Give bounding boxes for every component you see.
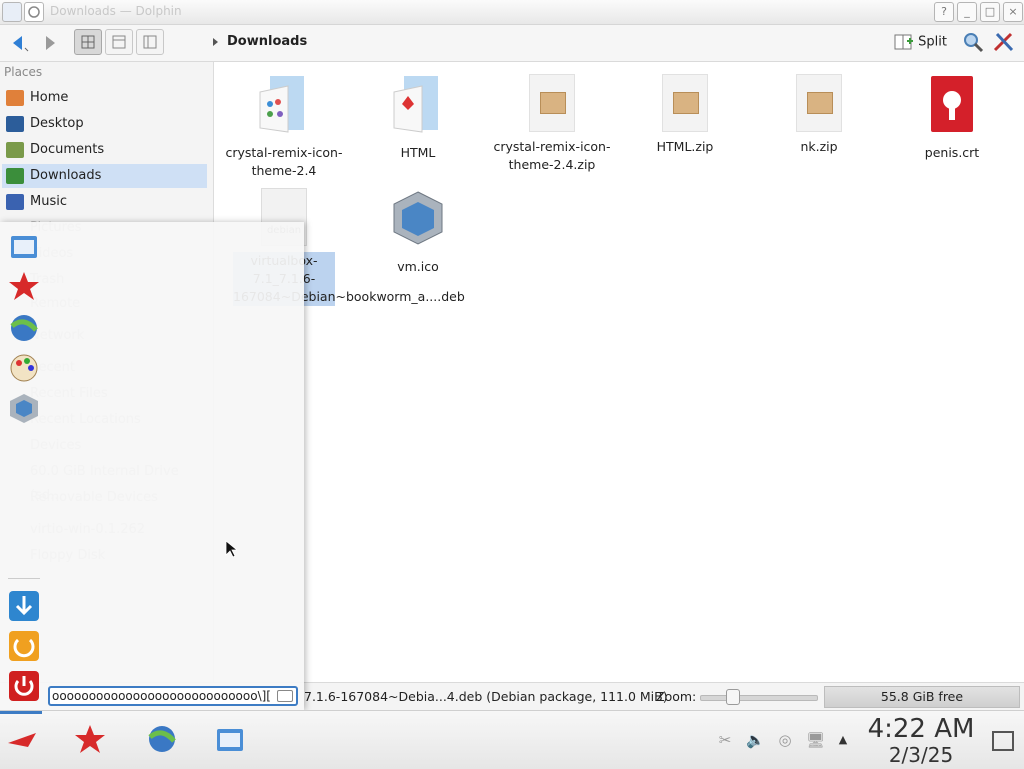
application-launcher: oooooooooooooooooooooooooooo\][ [0,222,304,710]
breadcrumb[interactable]: Downloads [213,34,307,49]
power-icon[interactable] [8,670,40,702]
minimize-button[interactable]: _ [957,2,977,22]
chevron-right-icon [213,37,218,46]
sidebar-item-label: Desktop [30,116,84,131]
sidebar-item-music[interactable]: Music [2,190,207,214]
music-icon [6,194,24,210]
app-menu-icon[interactable] [6,723,38,755]
sidebar-item-label: Music [30,194,67,209]
file-name: vm.ico [397,259,439,274]
zoom-slider-handle[interactable] [726,689,740,705]
back-icon[interactable] [8,33,30,53]
free-space-indicator: 55.8 GiB free [824,686,1020,708]
active-task-indicator [0,711,42,714]
sidebar-item-label: Downloads [30,168,102,183]
sidebar-item-label: Home [30,90,69,105]
zoom-label: Zoom: [656,689,697,704]
sidebar-item-documents[interactable]: Documents [2,138,207,162]
palette-icon[interactable] [8,352,40,384]
file-name: HTML.zip [656,139,714,154]
desktop-icon [6,116,24,132]
folder-icon [393,76,438,133]
browser-icon[interactable] [146,723,178,755]
kde-star-icon[interactable] [8,270,40,302]
file-item[interactable]: HTML.zip [620,74,750,156]
places-header: Places [4,65,43,79]
window-title: Downloads — Dolphin [50,4,182,18]
scissors-icon[interactable]: ✂ [716,731,734,749]
icons-view-button[interactable] [74,29,102,55]
file-name: HTML [400,145,436,160]
help-button[interactable]: ? [934,2,954,22]
title-bar: Downloads — Dolphin ? _ □ × [0,0,1024,25]
display-icon[interactable]: 🖥 [806,731,825,749]
tray-expand-icon[interactable]: ▲ [834,731,852,749]
file-name: nk.zip [800,139,838,154]
show-desktop-icon[interactable] [992,731,1014,751]
virtualbox-icon [393,191,443,245]
archive-icon [796,74,842,132]
forward-icon[interactable] [40,33,62,53]
refresh-icon[interactable] [24,2,44,22]
file-item[interactable]: nk.zip [754,74,884,156]
folder-icon [259,76,304,133]
archive-icon [662,74,708,132]
sidebar-item-desktop[interactable]: Desktop [2,112,207,136]
sidebar-item-home[interactable]: Home [2,86,207,110]
file-name: penis.crt [924,145,980,160]
clock-time[interactable]: 4:22 AM [862,715,980,743]
archive-icon [529,74,575,132]
virtualbox-icon[interactable] [8,392,40,424]
install-icon[interactable] [8,590,40,622]
file-view: crystal-remix-icon-theme-2.4 HTML crysta… [214,62,1024,682]
clear-icon[interactable] [277,690,293,702]
file-item[interactable]: vm.ico [353,188,483,276]
network-icon[interactable]: ◎ [776,731,794,749]
tools-icon[interactable] [992,31,1016,53]
file-name: crystal-remix-icon-theme-2.4.zip [493,139,611,172]
launcher-search-input[interactable]: oooooooooooooooooooooooooooo\][ [48,686,298,706]
zoom-slider[interactable] [700,695,818,701]
search-icon[interactable] [962,31,984,53]
details-view-button[interactable] [136,29,164,55]
toolbar: Downloads Split [0,25,1024,62]
file-name: crystal-remix-icon-theme-2.4 [225,145,343,178]
file-item[interactable]: HTML [353,74,483,162]
volume-icon[interactable]: 🔈 [746,731,765,749]
maximize-button[interactable]: □ [980,2,1000,22]
search-text: oooooooooooooooooooooooooooo\][ [52,689,271,703]
sidebar-item-label: Documents [30,142,105,157]
split-button[interactable]: Split [894,33,947,51]
file-manager-icon[interactable] [8,230,40,262]
compact-view-button[interactable] [105,29,133,55]
logout-icon[interactable] [8,630,40,662]
taskbar: ✂ 🔈 ◎ 🖥 ▲ 4:22 AM 2/3/25 [0,710,1024,769]
clock-date[interactable]: 2/3/25 [862,743,980,767]
home-icon [6,90,24,106]
file-item[interactable]: crystal-remix-icon-theme-2.4 [219,74,349,180]
kde-star-icon[interactable] [74,723,106,755]
sidebar-item-downloads[interactable]: Downloads [2,164,207,188]
app-menu-icon[interactable] [2,2,22,22]
launcher-divider [8,578,40,579]
file-item[interactable]: penis.crt [887,74,1017,162]
certificate-icon [931,76,973,132]
documents-icon [6,142,24,158]
breadcrumb-current: Downloads [227,34,308,49]
status-text: 7.1.6-167084~Debia...4.deb (Debian packa… [304,689,668,704]
split-icon [894,34,913,50]
downloads-icon [6,168,24,184]
file-item[interactable]: crystal-remix-icon-theme-2.4.zip [487,74,617,174]
split-label: Split [918,34,947,50]
globe-icon[interactable] [8,312,40,344]
close-button[interactable]: × [1003,2,1023,22]
mouse-cursor-icon [225,540,237,558]
file-manager-icon[interactable] [214,723,246,755]
